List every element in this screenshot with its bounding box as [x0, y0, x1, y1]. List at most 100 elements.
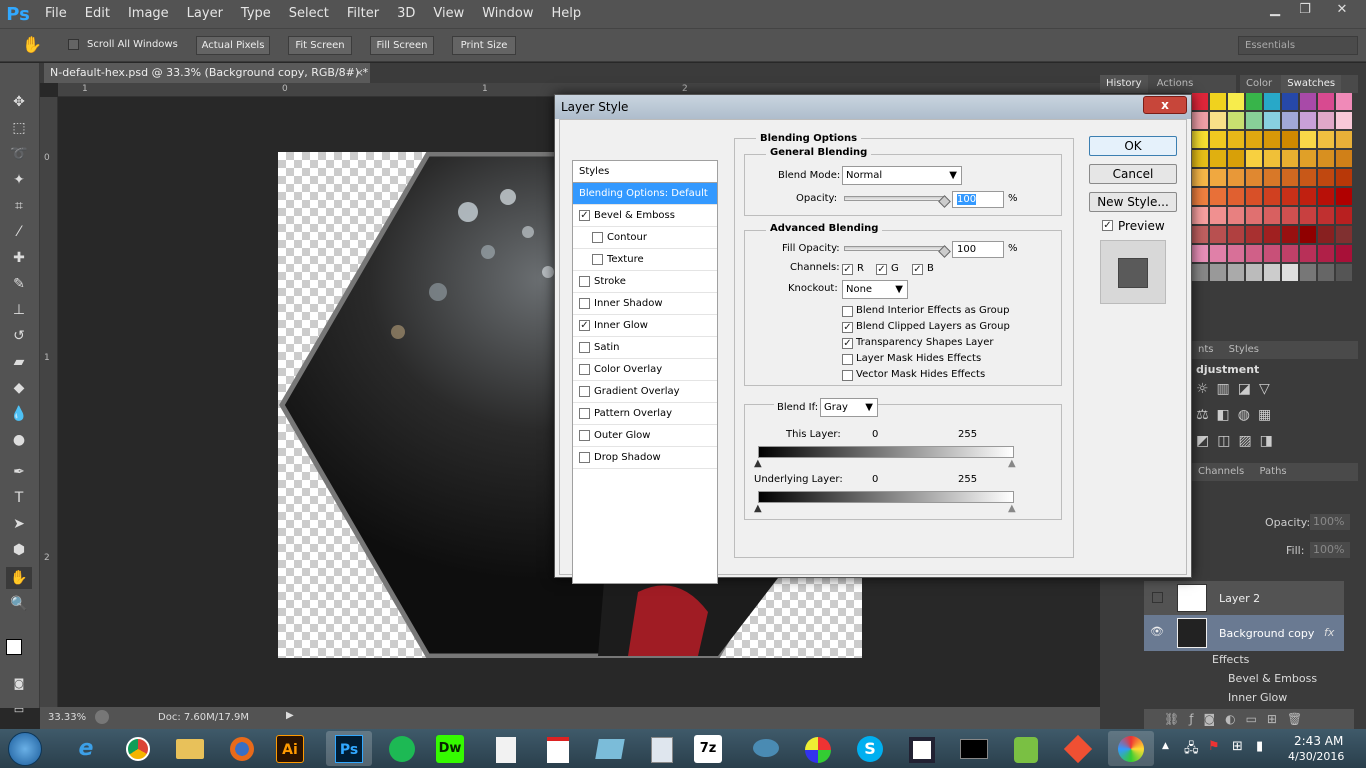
app-icon[interactable] — [590, 731, 630, 766]
color-swatch[interactable] — [1318, 264, 1334, 281]
hand-tool-icon[interactable]: ✋ — [22, 35, 42, 54]
close-window-button[interactable]: ✕ — [1322, 0, 1362, 20]
volume-icon[interactable]: ⊞ — [1232, 739, 1243, 754]
color-swatch[interactable] — [1210, 188, 1226, 205]
color-swatch[interactable] — [1210, 112, 1226, 129]
color-swatch[interactable] — [1336, 112, 1352, 129]
tab-adjustments[interactable]: nts — [1192, 341, 1219, 359]
color-swatch[interactable] — [1228, 264, 1244, 281]
color-swatch[interactable] — [1192, 245, 1208, 262]
color-swatch[interactable] — [1210, 169, 1226, 186]
color-swatch[interactable] — [1282, 226, 1298, 243]
color-swatch[interactable] — [1264, 150, 1280, 167]
style-item[interactable]: Gradient Overlay — [573, 381, 717, 403]
quick-mask-icon[interactable]: ◙ — [6, 673, 32, 695]
explorer-icon[interactable] — [170, 731, 210, 766]
style-item[interactable]: Contour — [573, 227, 717, 249]
advanced-checkbox[interactable] — [842, 370, 853, 381]
underlying-black-slider[interactable]: ▲ — [754, 503, 762, 514]
menu-file[interactable]: File — [36, 0, 76, 28]
eye-icon[interactable]: 👁 — [1150, 625, 1164, 638]
foreground-color-swatch[interactable] — [6, 639, 22, 655]
color-swatch[interactable] — [1282, 150, 1298, 167]
magic-wand-icon[interactable]: ✦ — [6, 169, 32, 191]
menu-image[interactable]: Image — [119, 0, 178, 28]
tab-paths[interactable]: Paths — [1253, 463, 1292, 481]
color-swatch[interactable] — [1192, 150, 1208, 167]
color-swatch[interactable] — [1282, 131, 1298, 148]
color-swatch[interactable] — [1300, 150, 1316, 167]
color-swatch[interactable] — [1246, 131, 1262, 148]
color-swatch[interactable] — [1300, 188, 1316, 205]
app-icon[interactable] — [902, 731, 942, 766]
lasso-tool-icon[interactable]: ➰ — [6, 143, 32, 165]
color-swatch[interactable] — [1318, 169, 1334, 186]
color-swatch[interactable] — [1210, 226, 1226, 243]
menu-view[interactable]: View — [424, 0, 473, 28]
firefox-icon[interactable] — [222, 731, 262, 766]
zsnes-icon[interactable] — [798, 731, 838, 766]
color-swatch[interactable] — [1300, 226, 1316, 243]
evernote-icon[interactable] — [1006, 731, 1046, 766]
knockout-select[interactable]: None ▼ — [842, 280, 908, 299]
color-swatch[interactable] — [1282, 93, 1298, 110]
color-swatch[interactable] — [1246, 112, 1262, 129]
opacity-input[interactable]: 100 — [952, 191, 1004, 208]
tab-styles[interactable]: Styles — [1223, 341, 1265, 359]
actual-pixels-button[interactable]: Actual Pixels — [196, 36, 270, 55]
color-swatch[interactable] — [1228, 150, 1244, 167]
blend-if-select[interactable]: Gray ▼ — [820, 398, 878, 417]
print-size-button[interactable]: Print Size — [452, 36, 516, 55]
menu-filter[interactable]: Filter — [338, 0, 388, 28]
color-swatch[interactable] — [1246, 93, 1262, 110]
color-swatch[interactable] — [1282, 188, 1298, 205]
color-swatch[interactable] — [1336, 226, 1352, 243]
zoom-level[interactable]: 33.33% — [48, 712, 86, 723]
style-item[interactable]: Satin — [573, 337, 717, 359]
color-swatch[interactable] — [1300, 207, 1316, 224]
acrobat-icon[interactable] — [538, 731, 578, 766]
adjustment-icons[interactable]: ☼▥◪▽ — [1196, 381, 1278, 397]
color-swatch[interactable] — [1336, 207, 1352, 224]
blur-tool-icon[interactable]: 💧 — [6, 403, 32, 425]
style-checkbox[interactable] — [579, 298, 590, 309]
color-swatch[interactable] — [1264, 169, 1280, 186]
color-swatch[interactable] — [1282, 264, 1298, 281]
chrome-icon[interactable] — [118, 731, 158, 766]
style-item[interactable]: Outer Glow — [573, 425, 717, 447]
color-swatch[interactable] — [1228, 226, 1244, 243]
advanced-checkbox[interactable]: ✓ — [842, 338, 853, 349]
underlying-white-slider[interactable]: ▲ — [1008, 503, 1016, 514]
color-swatch[interactable] — [1336, 169, 1352, 186]
advanced-checkbox[interactable] — [842, 354, 853, 365]
illustrator-icon[interactable]: Ai — [276, 735, 304, 763]
menu-help[interactable]: Help — [543, 0, 591, 28]
color-swatch[interactable] — [1246, 264, 1262, 281]
status-menu-arrow-icon[interactable]: ▶ — [286, 710, 294, 721]
power-icon[interactable]: ▮ — [1256, 739, 1263, 754]
opacity-slider[interactable] — [844, 196, 946, 201]
color-swatch[interactable] — [1318, 207, 1334, 224]
color-swatch[interactable] — [1282, 207, 1298, 224]
dialog-close-button[interactable]: x — [1143, 96, 1187, 114]
color-swatch[interactable] — [1318, 226, 1334, 243]
menu-window[interactable]: Window — [473, 0, 542, 28]
color-swatch[interactable] — [1228, 169, 1244, 186]
color-swatch[interactable] — [1210, 207, 1226, 224]
channel-checkbox[interactable]: ✓ — [912, 264, 923, 275]
new-style-button[interactable]: New Style... — [1089, 192, 1177, 212]
style-checkbox[interactable] — [579, 452, 590, 463]
color-swatch[interactable] — [1228, 245, 1244, 262]
color-swatch[interactable] — [1192, 207, 1208, 224]
effect-item[interactable]: Bevel & Emboss — [1228, 672, 1317, 685]
color-swatch[interactable] — [1246, 150, 1262, 167]
path-selection-icon[interactable]: ➤ — [6, 513, 32, 535]
clock-time[interactable]: 2:43 AM — [1294, 734, 1343, 748]
color-swatch[interactable] — [1318, 150, 1334, 167]
style-item[interactable]: Drop Shadow — [573, 447, 717, 469]
ok-button[interactable]: OK — [1089, 136, 1177, 156]
tab-channels[interactable]: Channels — [1192, 463, 1250, 481]
screen-mode-icon[interactable]: ▭ — [6, 699, 32, 721]
terminal-icon[interactable] — [954, 731, 994, 766]
menu-select[interactable]: Select — [280, 0, 338, 28]
